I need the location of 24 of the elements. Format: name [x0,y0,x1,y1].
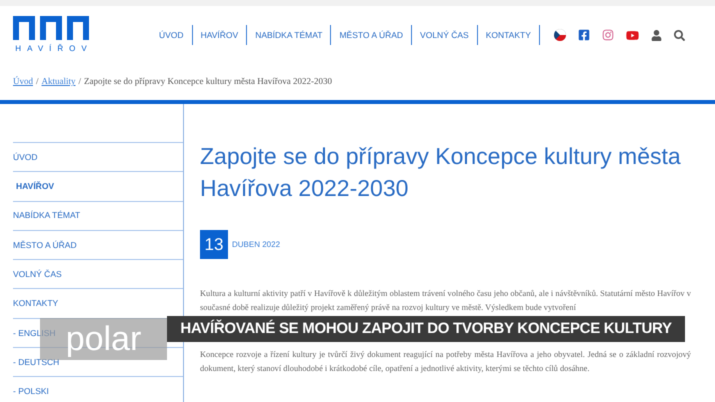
breadcrumb-link[interactable]: Aktuality [42,75,76,89]
nav-link[interactable]: KONTAKTY [478,28,539,42]
article-title: Zapojte se do přípravy Koncepce kultury města Havířova 2022-2030 [200,142,682,203]
nav-link[interactable]: NABÍDKA TÉMAT [247,28,330,42]
breadcrumb-link[interactable]: Úvod [13,75,33,89]
logo-text: HAVÍŘOV [14,42,93,54]
sidebar-item[interactable]: VOLNÝ ČAS [13,259,183,288]
sidebar-item[interactable]: NABÍDKA TÉMAT [13,200,183,230]
sidebar-item[interactable]: MĚSTO A ÚŘAD [13,230,183,260]
date-month: DUBEN 2022 [232,238,280,250]
caption-overlay: HAVÍŘOVANÉ SE MOHOU ZAPOJIT DO TVORBY KONCEPCE KULTURY [167,316,685,342]
nav-link[interactable]: MĚSTO A ÚŘAD [331,28,412,42]
article-paragraph: Kultura a kulturní aktivity patří v Havířově k důležitým oblastem trávení volného času jeho občanů, ale i návštěvníků. Statutární město Havířov v současné době realizuje důležitý projekt zaměřený právě na rozvoj kultury ve městě. Výsledkem bude vytvoření [200,288,691,314]
breadcrumb-separator: / [78,75,82,88]
article-paragraph: Koncepce rozvoje a řízení kultury je tvůrčí živý dokument reagující na potřeby města Havířova a jeho obyvatel. Jedná se o základní rozvojový dokument, který stanoví dlouhodobé i krátkodobé cíle, opatření a jednotlivé aktivity, kterými se těchto cílů dosáhne. [200,349,691,375]
breadcrumb-current: Zapojte se do přípravy Koncepce kultury města Havířova 2022-2030 [84,75,332,88]
nav-link[interactable]: VOLNÝ ČAS [412,28,477,42]
sidebar-item[interactable]: ÚVOD [13,142,183,172]
nav-link[interactable]: ÚVOD [151,28,192,42]
sidebar-item[interactable]: - POLSKI [13,376,183,402]
sidebar-item[interactable]: HAVÍŘOV [13,171,183,201]
breadcrumb-separator: / [36,75,39,88]
nav-link[interactable]: HAVÍŘOV [192,28,246,42]
date-day: 13 [200,230,228,259]
